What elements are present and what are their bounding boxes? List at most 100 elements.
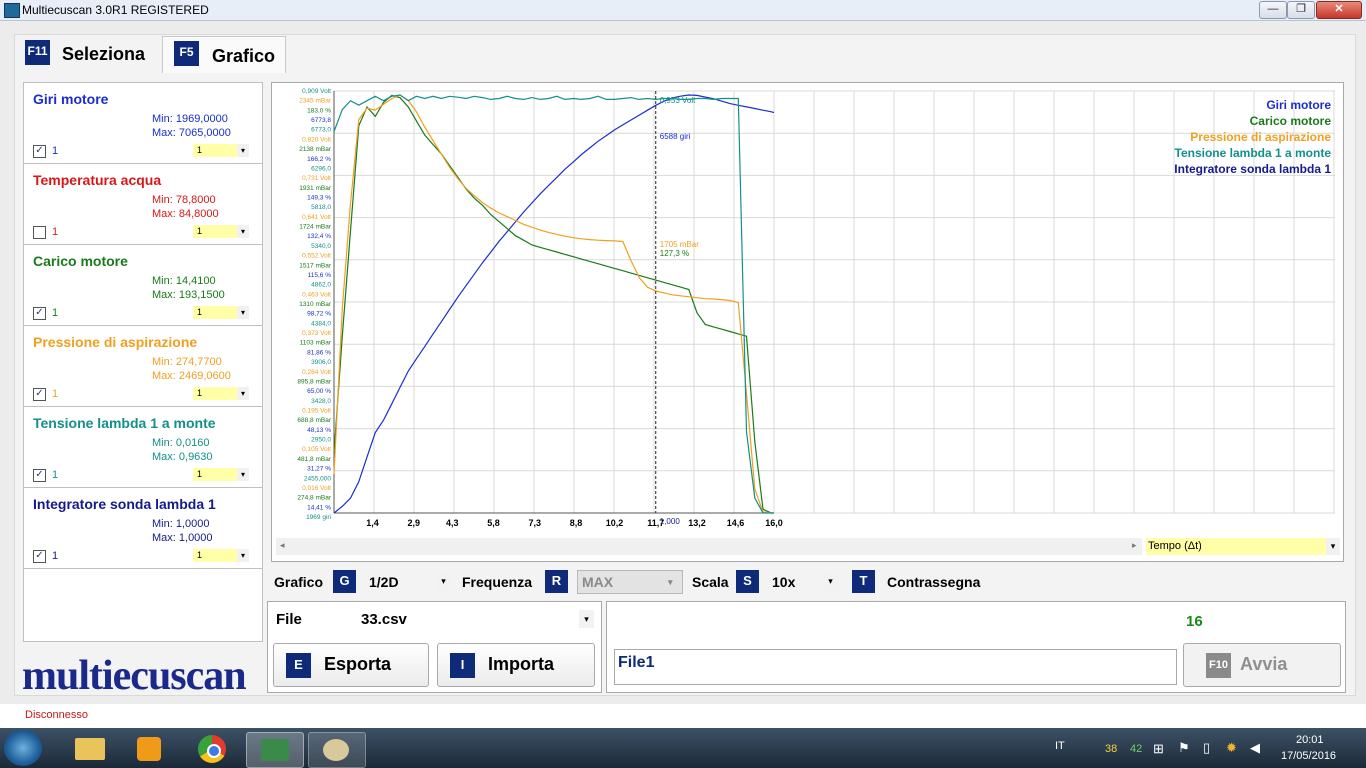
parameter-item[interactable]: Carico motore Min: 14,4100 Max: 193,1500 ✓ 1… [24,245,262,326]
parameter-scale-select[interactable]: 1 [193,549,240,562]
flag-icon[interactable]: ⚑ [1178,740,1190,756]
restore-button[interactable]: ❐ [1287,1,1315,19]
frequenza-dropdown-icon[interactable]: ▾ [668,571,673,593]
parameter-max: Max: 2469,0600 [152,370,231,382]
scroll-right-icon[interactable]: ▸ [1132,540,1137,551]
tab-grafico-label: Grafico [212,46,276,66]
network-icon[interactable]: ✹ [1226,740,1237,756]
start-button-icon[interactable] [4,730,42,766]
avvia-button[interactable]: F10 Avvia [1183,643,1341,687]
scroll-left-icon[interactable]: ◂ [280,540,285,551]
parameter-min: Min: 14,4100 [152,275,216,287]
chevron-down-icon[interactable]: ▾ [237,387,249,400]
line-chart[interactable]: 1,4 2,9 4,3 5,8 7,3 8,8 10,2 11,7 13,2 14,6 16,00,… [272,83,1341,535]
parameter-list: Giri motore Min: 1969,0000 Max: 7065,0000 ✓… [23,82,263,642]
parameter-item[interactable]: Tensione lambda 1 a monte Min: 0,0160 Max:… [24,407,262,488]
parameter-axis-value: 1 [52,550,59,562]
legend-entry: Tensione lambda 1 a monte [1175,146,1332,160]
y-axis-label: 98,72 % [307,311,331,318]
clock-date[interactable]: 17/05/2016 [1281,750,1336,762]
windows-icon[interactable]: ⊞ [1153,741,1164,757]
parameter-checkbox[interactable]: ✓ [33,550,46,563]
y-axis-label: 1103 mBar [300,340,332,347]
minimize-button[interactable]: — [1259,1,1287,19]
parameter-item[interactable]: Integratore sonda lambda 1 Min: 1,0000 Max… [24,488,262,569]
parameter-min: Min: 0,0160 [152,437,210,449]
chart-scrollbar[interactable]: ◂ ▸ [276,538,1142,555]
multiecuscan-taskbar-icon[interactable] [246,732,304,768]
y-axis-label: 0,552 Volt [302,253,331,260]
file-dropdown-icon[interactable]: ▾ [579,610,594,628]
grafico-dropdown-icon[interactable]: ▾ [436,572,451,590]
y-axis-label: 4862,0 [311,282,331,289]
parameter-checkbox[interactable] [33,226,46,239]
frequenza-key: R [545,570,568,593]
y-axis-label: 3428,0 [311,398,331,405]
volume-icon[interactable]: ◀ [1250,740,1260,756]
parameter-item[interactable]: Pressione di aspirazione Min: 274,7700 Max… [24,326,262,407]
window-title: Multiecuscan 3.0R1 REGISTERED [22,3,209,17]
x-tick-label: 2,9 [407,518,420,528]
tab-grafico[interactable]: F5 Grafico [162,36,286,73]
parameter-scale-select[interactable]: 1 [193,306,240,319]
legend-entry: Integratore sonda lambda 1 [1174,162,1331,176]
paint-icon[interactable] [308,732,366,768]
chevron-down-icon[interactable]: ▾ [237,225,249,238]
scala-select[interactable]: 10x [772,571,795,593]
parameter-checkbox[interactable]: ✓ [33,388,46,401]
esporta-button[interactable]: E Esporta [273,643,429,687]
scala-dropdown-icon[interactable]: ▾ [823,572,838,590]
multiecuscan-logo: multiecuscan [22,653,247,699]
parameter-item[interactable]: Giri motore Min: 1969,0000 Max: 7065,0000 ✓… [24,83,262,164]
chevron-down-icon[interactable]: ▾ [237,468,249,481]
chevron-down-icon[interactable]: ▾ [237,549,249,562]
parameter-axis-value: 1 [52,469,59,481]
clock-time[interactable]: 20:01 [1296,734,1324,746]
y-axis-label: 31,27 % [307,466,331,473]
y-axis-label: 0,284 Volt [302,369,331,376]
parameter-scale-select[interactable]: 1 [193,387,240,400]
parameter-min: Min: 274,7700 [152,356,222,368]
chrome-icon[interactable] [184,732,240,766]
grafico-label: Grafico [274,574,324,590]
file-name-input[interactable]: File1 [614,649,1177,685]
parameter-checkbox[interactable]: ✓ [33,307,46,320]
input-language[interactable]: IT [1055,740,1065,752]
y-axis-label: 132,4 % [307,233,331,240]
y-axis-label: 2455,000 [304,475,331,482]
importa-button[interactable]: I Importa [437,643,595,687]
parameter-scale-select[interactable]: 1 [193,144,240,157]
record-counter: 16 [1186,613,1203,630]
cursor-value-label: 1,000 [660,517,681,526]
file-name-value: File1 [618,654,655,671]
frequenza-label: Frequenza [462,574,533,590]
esporta-key: E [286,653,311,678]
status-bar: Disconnesso [0,704,1366,728]
frequenza-select[interactable]: MAX ▾ [577,570,683,594]
parameter-scale-select[interactable]: 1 [193,225,240,238]
explorer-icon[interactable] [62,732,118,766]
parameter-scale-select[interactable]: 1 [193,468,240,481]
tab-seleziona[interactable]: F11 Seleziona [22,36,156,72]
media-player-icon[interactable] [122,732,178,766]
chevron-down-icon[interactable]: ▾ [237,144,249,157]
parameter-checkbox[interactable]: ✓ [33,469,46,482]
grafico-key: G [333,570,356,593]
chevron-down-icon[interactable]: ▾ [237,306,249,319]
grafico-select[interactable]: 1/2D [369,571,399,593]
time-axis-dropdown-icon[interactable]: ▾ [1326,538,1340,555]
y-axis-label: 81,86 % [307,349,331,356]
series-line [333,94,775,514]
y-axis-label: 1310 mBar [299,301,332,308]
y-axis-label: 1517 mBar [299,262,332,269]
y-axis-label: 6296,0 [311,165,331,172]
parameter-item[interactable]: Temperatura acqua Min: 78,8000 Max: 84,800… [24,164,262,245]
y-axis-label: 65,00 % [307,388,331,395]
parameter-checkbox[interactable]: ✓ [33,145,46,158]
close-button[interactable]: ✕ [1316,1,1362,19]
tab-seleziona-label: Seleziona [62,44,146,64]
time-axis-select[interactable]: Tempo (Δt) [1146,538,1328,555]
contrassegna-label[interactable]: Contrassegna [887,571,980,593]
file-select[interactable]: 33.csv [361,611,407,628]
battery-icon[interactable]: ▯ [1203,740,1210,756]
